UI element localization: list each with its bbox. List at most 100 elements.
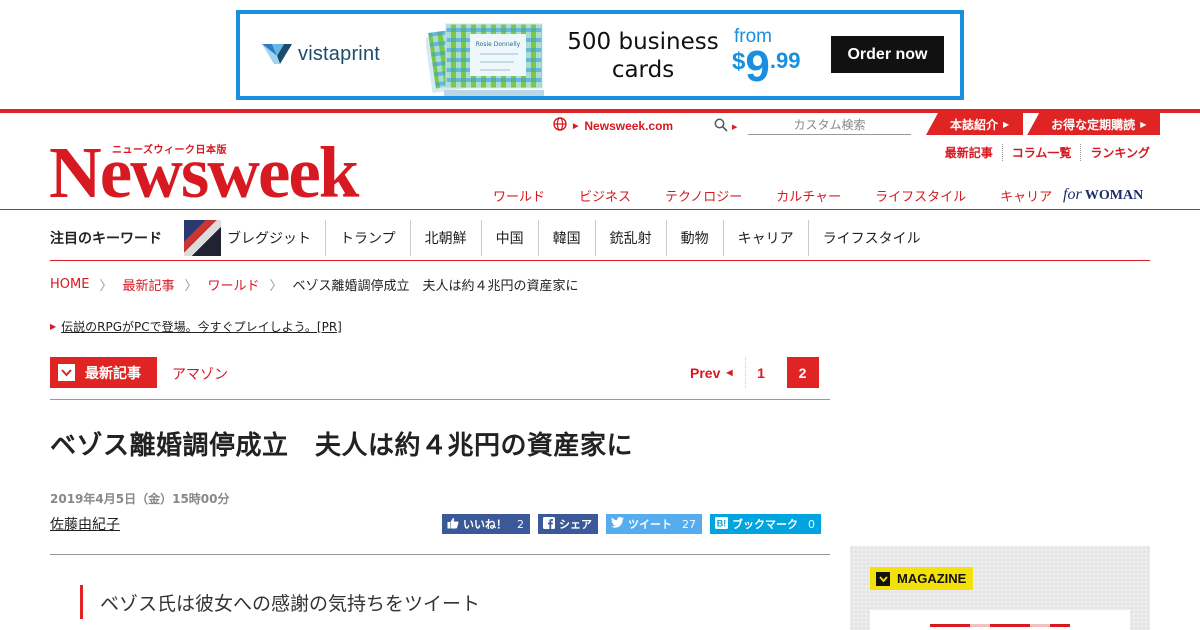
- breadcrumb-current: ベゾス離婚調停成立 夫人は約４兆円の資産家に: [292, 279, 579, 294]
- keyword-animals[interactable]: 動物: [667, 220, 724, 256]
- card-sample-name: Rosie Donnelly: [476, 41, 521, 48]
- chevron-left-icon: ◀: [726, 368, 733, 377]
- keyword-thumbnail: [184, 220, 221, 256]
- ad-headline: 500 business cards: [558, 28, 728, 84]
- pr-promo-link[interactable]: 伝説のRPGがPCで登場。今すぐプレイしよう。[PR]: [61, 318, 342, 335]
- search-button[interactable]: ▶: [714, 117, 737, 136]
- facebook-share-button[interactable]: シェア: [538, 514, 598, 534]
- share-label: シェア: [559, 518, 592, 531]
- newsweek-com-label: Newsweek.com: [584, 118, 674, 133]
- section-divider: [50, 399, 830, 400]
- globe-arrow-icon: ▶: [573, 122, 579, 130]
- vistaprint-logo: vistaprint: [262, 42, 380, 66]
- magazine-tag-label: MAGAZINE: [897, 571, 967, 586]
- tab-subscription-label: お得な定期購読: [1051, 117, 1136, 132]
- breadcrumb-world[interactable]: ワールド: [208, 275, 260, 294]
- main-nav: ワールド ビジネス テクノロジー カルチャー ライフスタイル キャリア: [476, 186, 1069, 205]
- globe-icon: [553, 117, 567, 134]
- nav-lifestyle[interactable]: ライフスタイル: [875, 186, 966, 205]
- custom-search-input[interactable]: [748, 115, 911, 135]
- pager-page-2[interactable]: 2: [786, 357, 819, 388]
- magazine-cover[interactable]: [870, 610, 1130, 630]
- chevron-right-icon: ▶: [1003, 119, 1010, 129]
- breadcrumb-home[interactable]: HOME: [50, 277, 89, 292]
- breadcrumb: HOME 〉 最新記事 〉 ワールド 〉 ベゾス離婚調停成立 夫人は約４兆円の資…: [50, 275, 579, 294]
- newsweek-com-link[interactable]: ▶ Newsweek.com: [553, 117, 673, 134]
- svg-text:B!: B!: [717, 518, 727, 528]
- nav-career[interactable]: キャリア: [1000, 186, 1052, 205]
- newsweek-japan-label: ニューズウィーク日本版: [112, 145, 227, 156]
- tweet-count: 27: [682, 517, 696, 531]
- article-date: 2019年4月5日（金）15時00分: [50, 492, 230, 506]
- keyword-shooting[interactable]: 銃乱射: [596, 220, 667, 256]
- search-arrow-icon: ▶: [732, 122, 738, 131]
- sublink-latest[interactable]: 最新記事: [936, 144, 1002, 161]
- section-tag-latest[interactable]: 最新記事: [50, 357, 157, 388]
- tab-subscription[interactable]: お得な定期購読 ▶: [1027, 113, 1161, 135]
- nav-culture[interactable]: カルチャー: [776, 186, 841, 205]
- section-sub-amazon[interactable]: アマゾン: [172, 364, 228, 384]
- pager-prev[interactable]: Prev ◀: [690, 365, 733, 381]
- sidebar-magazine: MAGAZINE: [850, 546, 1150, 630]
- keyword-korea[interactable]: 韓国: [539, 220, 596, 256]
- pager: Prev ◀ 1 2: [690, 357, 819, 388]
- ad-price-currency: $: [732, 48, 746, 75]
- section-tag-label: 最新記事: [85, 365, 141, 382]
- ad-price-cents: .99: [769, 48, 801, 73]
- chevron-down-icon: [876, 571, 890, 586]
- chevron-right-icon: 〉: [184, 279, 198, 294]
- pager-prev-label: Prev: [690, 364, 721, 381]
- bookmark-count: 0: [808, 517, 815, 531]
- sublink-ranking[interactable]: ランキング: [1080, 144, 1150, 161]
- article-author[interactable]: 佐藤由紀子: [50, 514, 120, 534]
- social-buttons: いいね！ 2 シェア ツイート 27 B! ブックマーク 0: [442, 514, 821, 534]
- ad-price: $9.99: [732, 42, 800, 92]
- thumbs-up-icon: [447, 517, 459, 532]
- facebook-icon: [543, 516, 555, 532]
- keyword-trump[interactable]: トランプ: [326, 220, 411, 256]
- chevron-right-icon: 〉: [99, 279, 113, 294]
- pager-page-1[interactable]: 1: [744, 357, 777, 388]
- tweet-label: ツイート: [628, 518, 672, 531]
- hatena-bookmark-button[interactable]: B! ブックマーク 0: [710, 514, 821, 534]
- article-divider: [50, 554, 830, 555]
- chevron-down-icon: [58, 364, 75, 381]
- keyword-brexit[interactable]: ブレグジット: [227, 220, 326, 256]
- nav-world[interactable]: ワールド: [493, 186, 545, 205]
- search-icon: [714, 117, 728, 136]
- keyword-career[interactable]: キャリア: [724, 220, 809, 256]
- header-sublinks: 最新記事 コラム一覧 ランキング: [936, 144, 1150, 161]
- pr-promo: ▶ 伝説のRPGがPCで登場。今すぐプレイしよう。[PR]: [50, 318, 342, 335]
- for-woman-label: WOMAN: [1084, 188, 1144, 203]
- keyword-lifestyle[interactable]: ライフスタイル: [809, 220, 935, 256]
- nav-business[interactable]: ビジネス: [579, 186, 631, 205]
- nav-divider: [0, 209, 1200, 210]
- keyword-north-korea[interactable]: 北朝鮮: [411, 220, 482, 256]
- vistaprint-wordmark: vistaprint: [298, 42, 381, 65]
- magazine-tag[interactable]: MAGAZINE: [870, 567, 974, 590]
- tab-about-magazine-label: 本誌紹介: [950, 117, 999, 132]
- for-woman-for: for: [1063, 186, 1082, 203]
- keyword-china[interactable]: 中国: [482, 220, 539, 256]
- nav-technology[interactable]: テクノロジー: [665, 186, 742, 205]
- article-lead: ベゾス氏は彼女への感謝の気持ちをツイート: [80, 585, 480, 619]
- like-count: 2: [517, 517, 524, 531]
- ad-headline-line1: 500 business: [567, 29, 719, 55]
- article-title: ベゾス離婚調停成立 夫人は約４兆円の資産家に: [50, 431, 634, 461]
- bookmark-label: ブックマーク: [732, 518, 798, 531]
- sublink-columns[interactable]: コラム一覧: [1001, 144, 1081, 161]
- ad-banner[interactable]: vistaprint Rosie Donnelly 500 business c…: [236, 10, 964, 100]
- keyword-divider: [50, 260, 1150, 261]
- for-woman-link[interactable]: for WOMAN: [1063, 186, 1143, 204]
- keyword-bar: 注目のキーワード ブレグジット トランプ 北朝鮮 中国 韓国 銃乱射 動物 キャ…: [50, 220, 935, 256]
- keyword-bar-title: 注目のキーワード: [50, 231, 162, 247]
- tab-about-magazine[interactable]: 本誌紹介 ▶: [926, 113, 1024, 135]
- tweet-button[interactable]: ツイート 27: [606, 514, 702, 534]
- order-now-button[interactable]: Order now: [831, 36, 944, 73]
- ad-headline-line2: cards: [611, 57, 675, 83]
- business-cards-image: Rosie Donnelly: [424, 18, 550, 96]
- breadcrumb-latest[interactable]: 最新記事: [122, 275, 174, 294]
- facebook-like-button[interactable]: いいね！ 2: [442, 514, 530, 534]
- like-label: いいね！: [463, 518, 507, 531]
- hatena-bookmark-icon: B!: [715, 516, 728, 532]
